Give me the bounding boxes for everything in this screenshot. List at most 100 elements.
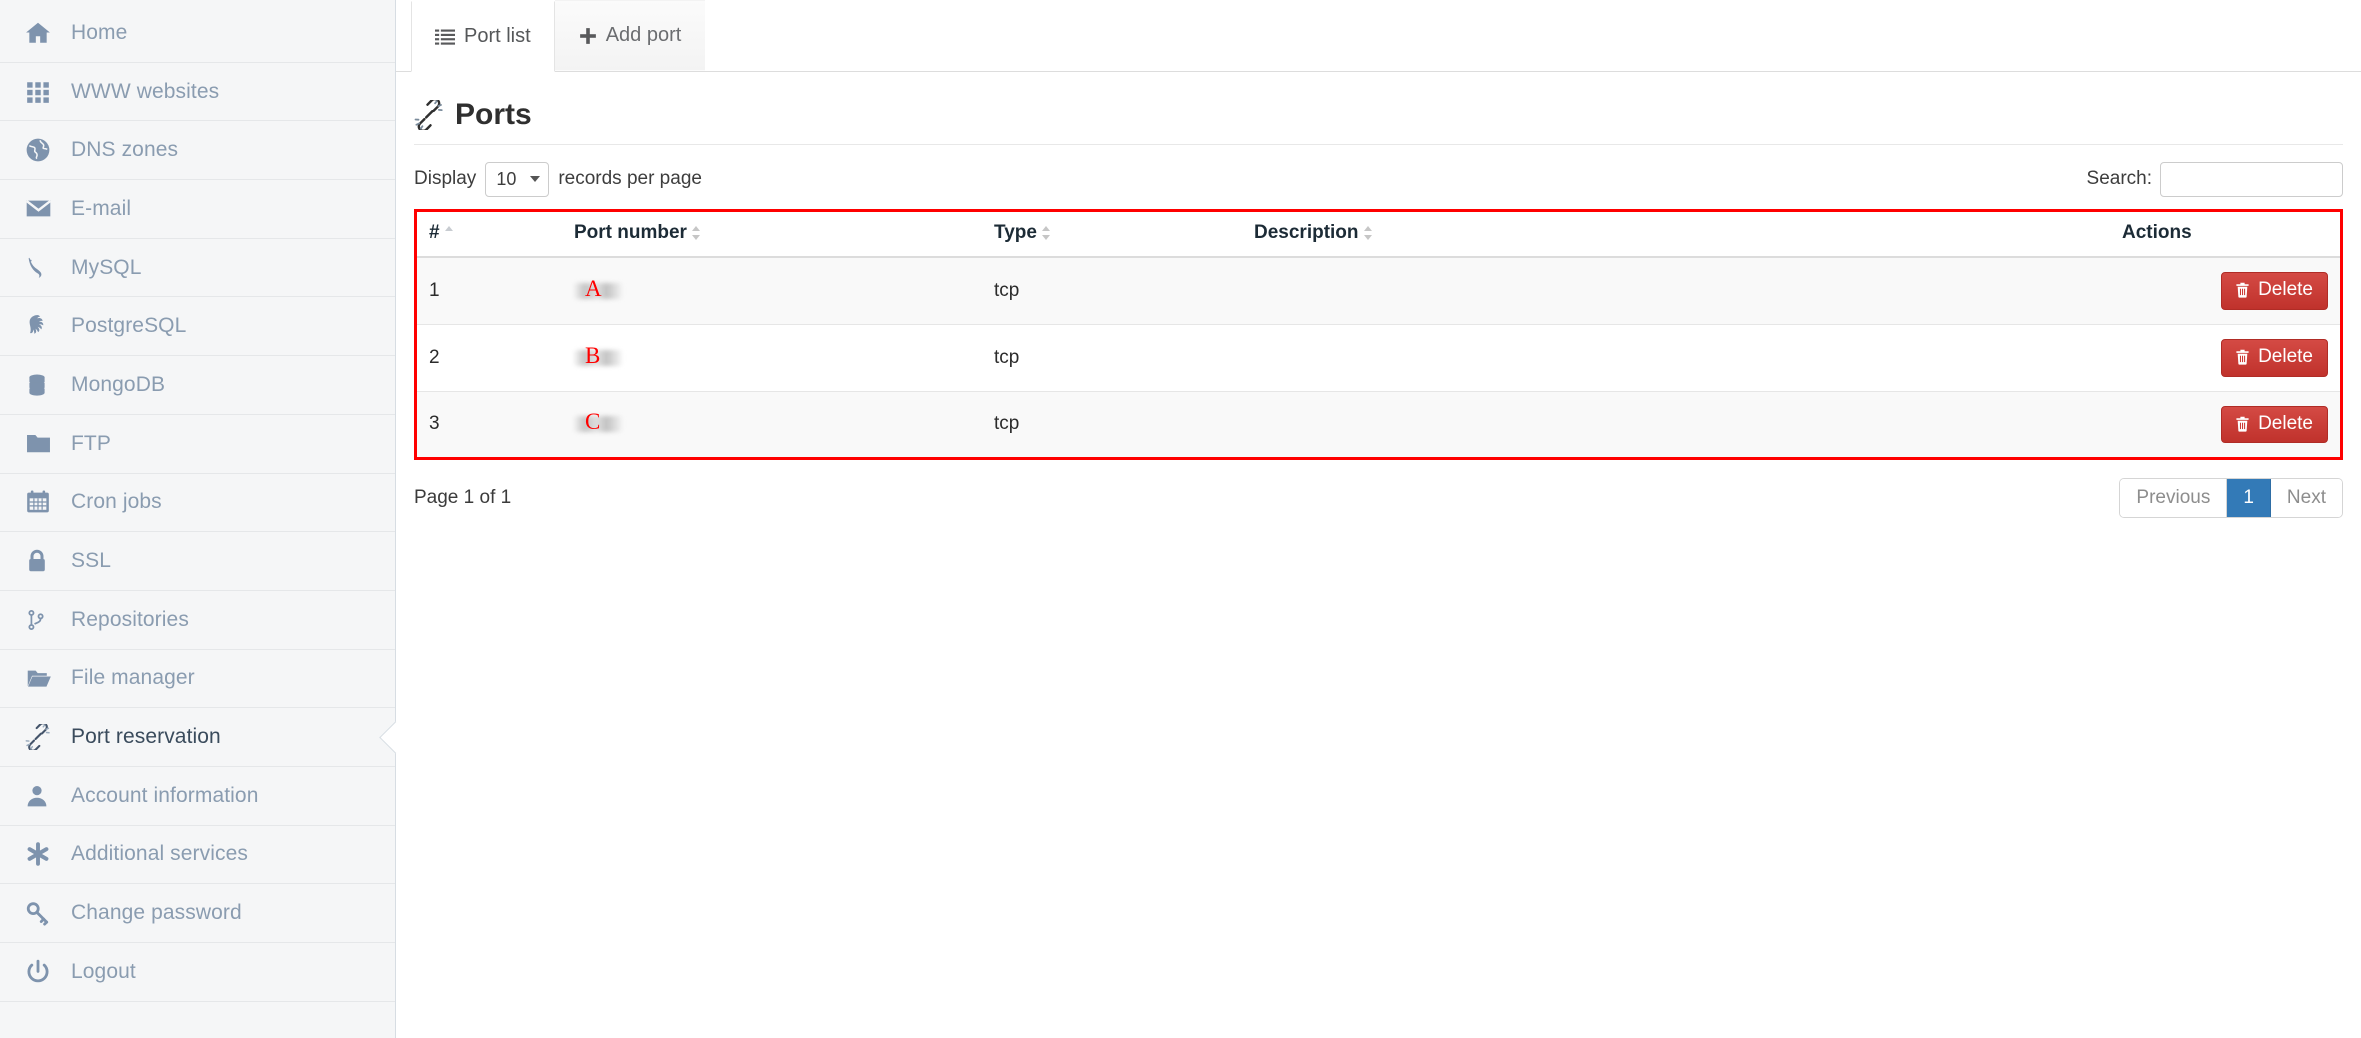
sidebar-item-postgresql[interactable]: PostgreSQL — [0, 297, 395, 357]
cell-port-number: A — [562, 256, 982, 325]
home-icon — [25, 20, 71, 46]
cell-type: tcp — [982, 256, 1242, 325]
page-title-text: Ports — [455, 98, 532, 131]
delete-button[interactable]: Delete — [2221, 272, 2328, 310]
sidebar-item-mongodb[interactable]: MongoDB — [0, 356, 395, 415]
column-header-port[interactable]: Port number — [562, 212, 982, 258]
sidebar-item-label: Repositories — [71, 607, 189, 631]
sort-indicator-icon — [1041, 225, 1051, 240]
table-row: 3 Ctcp Delete — [417, 390, 2340, 458]
column-header-type[interactable]: Type — [982, 212, 1242, 258]
sidebar-item-label: FTP — [71, 431, 111, 455]
redacted-port-value: A — [574, 275, 626, 302]
pagination-page[interactable]: 1 — [2227, 479, 2271, 518]
sort-indicator-icon — [691, 225, 701, 240]
trash-icon — [2234, 348, 2251, 366]
sidebar-item-label: E-mail — [71, 196, 132, 220]
pagination: Previous 1 Next — [2119, 478, 2343, 519]
page-length-select-wrap: 102550100 — [485, 161, 550, 197]
tab-bar: Port list Add port — [396, 0, 2361, 72]
page-length-select[interactable]: 102550100 — [485, 161, 550, 197]
ports-table-head: # Port number Type Description Actions — [417, 212, 2340, 258]
plug-icon — [25, 724, 71, 751]
cell-description — [1242, 256, 2110, 325]
redaction-marker-label: C — [585, 409, 601, 435]
sidebar-item-change-password[interactable]: Change password — [0, 884, 395, 943]
cell-row-number: 2 — [417, 323, 562, 392]
sidebar-item-repositories[interactable]: Repositories — [0, 591, 395, 650]
globe-icon — [25, 137, 71, 163]
sidebar-item-label: Account information — [71, 783, 259, 807]
table-header-row: # Port number Type Description Actions — [417, 212, 2340, 258]
cell-actions: Delete — [2110, 256, 2340, 325]
code-branch-icon — [25, 607, 71, 633]
sidebar-item-label: Port reservation — [71, 725, 221, 749]
column-header-label: # — [429, 222, 440, 243]
tab-label: Port list — [464, 25, 531, 47]
sidebar-item-file-manager[interactable]: File manager — [0, 650, 395, 709]
sidebar-item-label: File manager — [71, 666, 195, 690]
lock-icon — [25, 548, 71, 574]
sidebar-item-port-reservation[interactable]: Port reservation — [0, 708, 395, 767]
delete-button-label: Delete — [2258, 412, 2313, 434]
cell-port-number: C — [562, 390, 982, 458]
table-controls: Display 102550100 records per page Searc… — [414, 159, 2343, 199]
column-header-actions: Actions — [2110, 212, 2340, 258]
plus-icon — [579, 27, 597, 45]
sidebar-item-additional-services[interactable]: Additional services — [0, 826, 395, 885]
column-header-desc[interactable]: Description — [1242, 212, 2110, 258]
delete-button[interactable]: Delete — [2221, 338, 2328, 377]
redaction-marker-label: A — [585, 275, 602, 301]
sidebar-item-logout[interactable]: Logout — [0, 943, 395, 1002]
column-header-label: Description — [1254, 222, 1359, 243]
sidebar-item-account-information[interactable]: Account information — [0, 767, 395, 826]
column-header-label: Port number — [574, 222, 687, 243]
ports-table: # Port number Type Description Actions 1 Atcp… — [417, 212, 2340, 458]
tab-add-port[interactable]: Add port — [554, 0, 706, 71]
column-header-num[interactable]: # — [417, 212, 562, 258]
ports-table-highlight: # Port number Type Description Actions 1 Atcp… — [414, 209, 2343, 461]
plug-icon — [414, 100, 444, 130]
trash-icon — [2234, 281, 2251, 299]
cell-actions: Delete — [2110, 390, 2340, 458]
column-header-label: Actions — [2122, 222, 2192, 243]
display-label: Display — [414, 168, 477, 189]
page-info: Page 1 of 1 — [414, 487, 512, 509]
sidebar-item-home[interactable]: Home — [0, 4, 395, 63]
delete-button[interactable]: Delete — [2221, 405, 2328, 444]
envelope-icon — [25, 195, 71, 222]
search-input[interactable] — [2160, 161, 2343, 197]
asterisk-icon — [25, 841, 71, 867]
trash-icon — [2234, 415, 2251, 433]
pagination-previous[interactable]: Previous — [2120, 479, 2228, 518]
ports-table-body: 1 Atcp Delete 2 Btcp Delete 3 Ctcp Delete — [417, 256, 2340, 458]
cell-actions: Delete — [2110, 323, 2340, 392]
cell-row-number: 1 — [417, 256, 562, 325]
sidebar-item-ssl[interactable]: SSL — [0, 532, 395, 591]
elephant-icon — [25, 313, 71, 339]
sidebar-item-label: PostgreSQL — [71, 314, 187, 338]
tab-port-list[interactable]: Port list — [411, 1, 555, 72]
sidebar-item-ftp[interactable]: FTP — [0, 415, 395, 474]
folder-icon — [25, 430, 71, 457]
cell-type: tcp — [982, 323, 1242, 392]
cell-port-number: B — [562, 323, 982, 392]
database-icon — [25, 372, 71, 398]
sidebar-item-label: Cron jobs — [71, 490, 162, 514]
cell-row-number: 3 — [417, 390, 562, 458]
sidebar-item-mysql[interactable]: MySQL — [0, 239, 395, 298]
sidebar: Home WWW websites DNS zones E-mail MySQL Post… — [0, 0, 396, 1038]
cell-type: tcp — [982, 390, 1242, 458]
main-content: Port list Add port Ports Display 10 reco… — [396, 0, 2361, 1038]
sidebar-item-www-websites[interactable]: WWW websites — [0, 63, 395, 122]
calendar-icon — [25, 489, 71, 515]
sidebar-item-e-mail[interactable]: E-mail — [0, 180, 395, 239]
folder-open-icon — [25, 665, 71, 691]
sidebar-item-cron-jobs[interactable]: Cron jobs — [0, 474, 395, 533]
app-root: Home WWW websites DNS zones E-mail MySQL Post… — [0, 0, 2361, 1038]
records-per-page-label: records per page — [558, 168, 702, 189]
key-icon — [25, 900, 71, 926]
redacted-port-value: C — [574, 409, 626, 435]
pagination-next[interactable]: Next — [2270, 479, 2342, 518]
sidebar-item-dns-zones[interactable]: DNS zones — [0, 121, 395, 181]
